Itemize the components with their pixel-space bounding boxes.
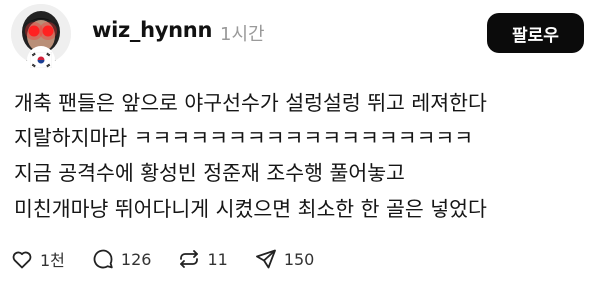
post-text-line-2: 지랄하지마라 ㅋㅋㅋㅋㅋㅋㅋㅋㅋㅋㅋㅋㅋㅋㅋㅋㅋㅋ <box>14 126 474 150</box>
comment-count: 126 <box>120 249 152 269</box>
repost-button[interactable]: 11 <box>177 247 228 271</box>
like-count: 1천 <box>40 251 65 270</box>
post-text-line-3: 지금 공격수에 황성빈 정준재 조수행 풀어놓고 <box>14 161 405 185</box>
comment-button[interactable]: 126 <box>91 247 152 271</box>
post-card: wiz_hynnn 1시간 팔로우 개축 팬들은 앞으로 야구선수가 설렁설렁 … <box>0 0 600 296</box>
repost-count: 11 <box>207 249 228 269</box>
action-bar: 1천 126 11 150 <box>10 244 340 274</box>
like-button[interactable]: 1천 <box>10 247 65 271</box>
share-button[interactable]: 150 <box>254 247 315 271</box>
post-text-line-4: 미친개마냥 뛰어다니게 시켰으면 최소한 한 골은 넣었다 <box>14 197 487 221</box>
avatar[interactable] <box>11 4 71 74</box>
share-count: 150 <box>283 249 315 269</box>
username[interactable]: wiz_hynnn <box>92 18 212 42</box>
follow-button[interactable]: 팔로우 <box>487 13 584 53</box>
send-icon <box>254 247 278 271</box>
heart-icon <box>10 247 34 271</box>
korean-flag-icon <box>27 46 55 74</box>
post-time: 1시간 <box>220 24 265 45</box>
comment-bubble-icon <box>91 247 115 271</box>
repost-icon <box>177 247 201 271</box>
post-text-line-1: 개축 팬들은 앞으로 야구선수가 설렁설렁 뛰고 레져한다 <box>14 91 487 115</box>
